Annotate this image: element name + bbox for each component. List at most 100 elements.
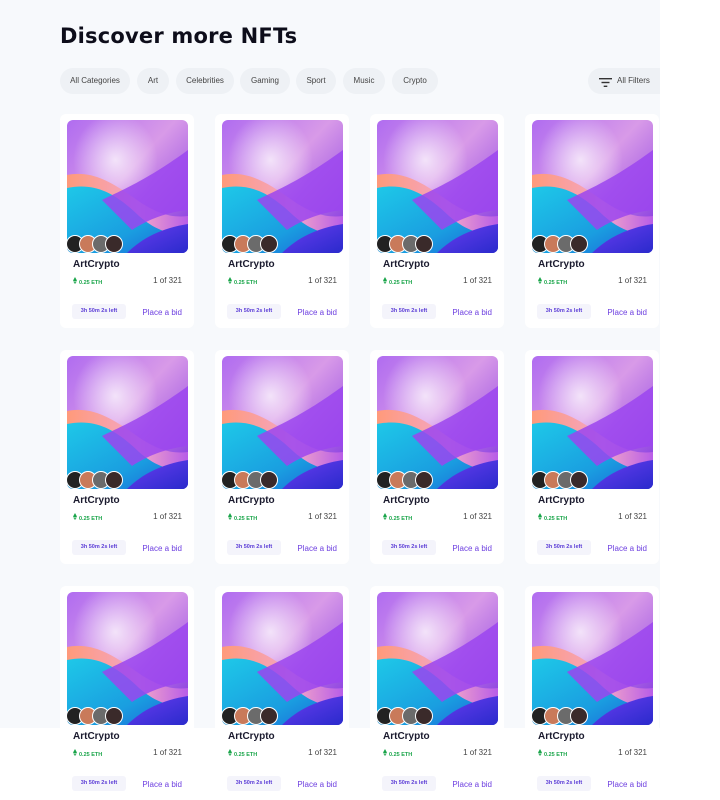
avatar[interactable] [415,235,433,253]
owner-avatars [376,707,436,727]
place-bid-button[interactable]: Place a bid [607,780,647,789]
nft-image[interactable] [377,120,498,253]
nft-image[interactable] [67,120,188,253]
countdown-timer: 3h 50m 2s left [382,304,436,319]
place-bid-button[interactable]: Place a bid [297,308,337,317]
nft-card[interactable]: ArtCrypto 0.25 ETH 1 of 321 3h 50m 2s left P… [60,114,194,328]
nft-name: ArtCrypto [538,495,585,506]
ethereum-icon [383,513,387,522]
nft-price-value: 0.25 ETH [79,280,103,286]
place-bid-button[interactable]: Place a bid [297,544,337,553]
place-bid-button[interactable]: Place a bid [452,544,492,553]
nft-price-value: 0.25 ETH [544,516,568,522]
all-filters-button[interactable]: All Filters [588,68,660,94]
avatar[interactable] [570,707,588,725]
nft-name: ArtCrypto [383,259,430,270]
nft-card[interactable]: ArtCrypto 0.25 ETH 1 of 321 3h 50m 2s left P… [60,586,194,800]
nft-card[interactable]: ArtCrypto 0.25 ETH 1 of 321 3h 50m 2s left P… [525,114,659,328]
nft-name: ArtCrypto [228,259,275,270]
nft-name: ArtCrypto [73,731,120,742]
ethereum-icon [383,277,387,286]
avatar[interactable] [570,471,588,489]
owner-avatars [66,707,126,727]
nft-image[interactable] [67,356,188,489]
nft-edition: 1 of 321 [153,748,182,757]
avatar[interactable] [570,235,588,253]
nft-card[interactable]: ArtCrypto 0.25 ETH 1 of 321 3h 50m 2s left P… [215,114,349,328]
category-tab-celebrities[interactable]: Celebrities [176,68,234,94]
nft-card[interactable]: ArtCrypto 0.25 ETH 1 of 321 3h 50m 2s left P… [370,350,504,564]
owner-avatars [531,707,591,727]
nft-price-value: 0.25 ETH [79,516,103,522]
nft-price: 0.25 ETH [383,277,412,286]
place-bid-button[interactable]: Place a bid [142,308,182,317]
place-bid-button[interactable]: Place a bid [607,308,647,317]
nft-image[interactable] [532,356,653,489]
ethereum-icon [228,277,232,286]
countdown-timer: 3h 50m 2s left [382,776,436,791]
nft-image[interactable] [532,120,653,253]
place-bid-button[interactable]: Place a bid [297,780,337,789]
avatar[interactable] [105,707,123,725]
nft-edition: 1 of 321 [463,748,492,757]
nft-price-value: 0.25 ETH [544,280,568,286]
owner-avatars [221,707,281,727]
countdown-timer: 3h 50m 2s left [227,304,281,319]
countdown-timer: 3h 50m 2s left [537,540,591,555]
nft-card[interactable]: ArtCrypto 0.25 ETH 1 of 321 3h 50m 2s left P… [525,350,659,564]
category-tab-all[interactable]: All Categories [60,68,130,94]
category-tab-music[interactable]: Music [343,68,385,94]
nft-edition: 1 of 321 [618,276,647,285]
nft-card[interactable]: ArtCrypto 0.25 ETH 1 of 321 3h 50m 2s left P… [215,586,349,800]
avatar[interactable] [415,471,433,489]
nft-edition: 1 of 321 [308,276,337,285]
nft-card[interactable]: ArtCrypto 0.25 ETH 1 of 321 3h 50m 2s left P… [215,350,349,564]
ethereum-icon [538,277,542,286]
countdown-timer: 3h 50m 2s left [72,304,126,319]
place-bid-button[interactable]: Place a bid [142,544,182,553]
nft-image[interactable] [222,356,343,489]
category-tab-art[interactable]: Art [137,68,169,94]
owner-avatars [531,471,591,491]
countdown-timer: 3h 50m 2s left [537,304,591,319]
nft-price: 0.25 ETH [73,749,102,758]
nft-price: 0.25 ETH [538,749,567,758]
ethereum-icon [73,513,77,522]
avatar[interactable] [105,235,123,253]
nft-card[interactable]: ArtCrypto 0.25 ETH 1 of 321 3h 50m 2s left P… [60,350,194,564]
nft-price: 0.25 ETH [538,513,567,522]
avatar[interactable] [260,707,278,725]
nft-image[interactable] [67,592,188,725]
category-tab-crypto[interactable]: Crypto [392,68,438,94]
nft-image[interactable] [377,356,498,489]
nft-price-value: 0.25 ETH [234,752,258,758]
place-bid-button[interactable]: Place a bid [142,780,182,789]
nft-card[interactable]: ArtCrypto 0.25 ETH 1 of 321 3h 50m 2s left P… [525,586,659,800]
nft-image[interactable] [377,592,498,725]
category-tab-gaming[interactable]: Gaming [240,68,290,94]
avatar[interactable] [260,471,278,489]
nft-edition: 1 of 321 [308,512,337,521]
nft-name: ArtCrypto [538,259,585,270]
nft-card[interactable]: ArtCrypto 0.25 ETH 1 of 321 3h 50m 2s left P… [370,114,504,328]
all-filters-label: All Filters [617,76,650,85]
category-tab-sport[interactable]: Sport [296,68,336,94]
place-bid-button[interactable]: Place a bid [607,544,647,553]
nft-edition: 1 of 321 [463,276,492,285]
place-bid-button[interactable]: Place a bid [452,780,492,789]
filter-icon [599,75,612,93]
nft-name: ArtCrypto [383,495,430,506]
nft-image[interactable] [532,592,653,725]
page-title: Discover more NFTs [60,24,298,48]
nft-image[interactable] [222,592,343,725]
place-bid-button[interactable]: Place a bid [452,308,492,317]
nft-price-value: 0.25 ETH [389,752,413,758]
avatar[interactable] [415,707,433,725]
nft-image[interactable] [222,120,343,253]
ethereum-icon [228,513,232,522]
countdown-timer: 3h 50m 2s left [227,776,281,791]
avatar[interactable] [105,471,123,489]
avatar[interactable] [260,235,278,253]
nft-card[interactable]: ArtCrypto 0.25 ETH 1 of 321 3h 50m 2s left P… [370,586,504,800]
countdown-timer: 3h 50m 2s left [72,540,126,555]
